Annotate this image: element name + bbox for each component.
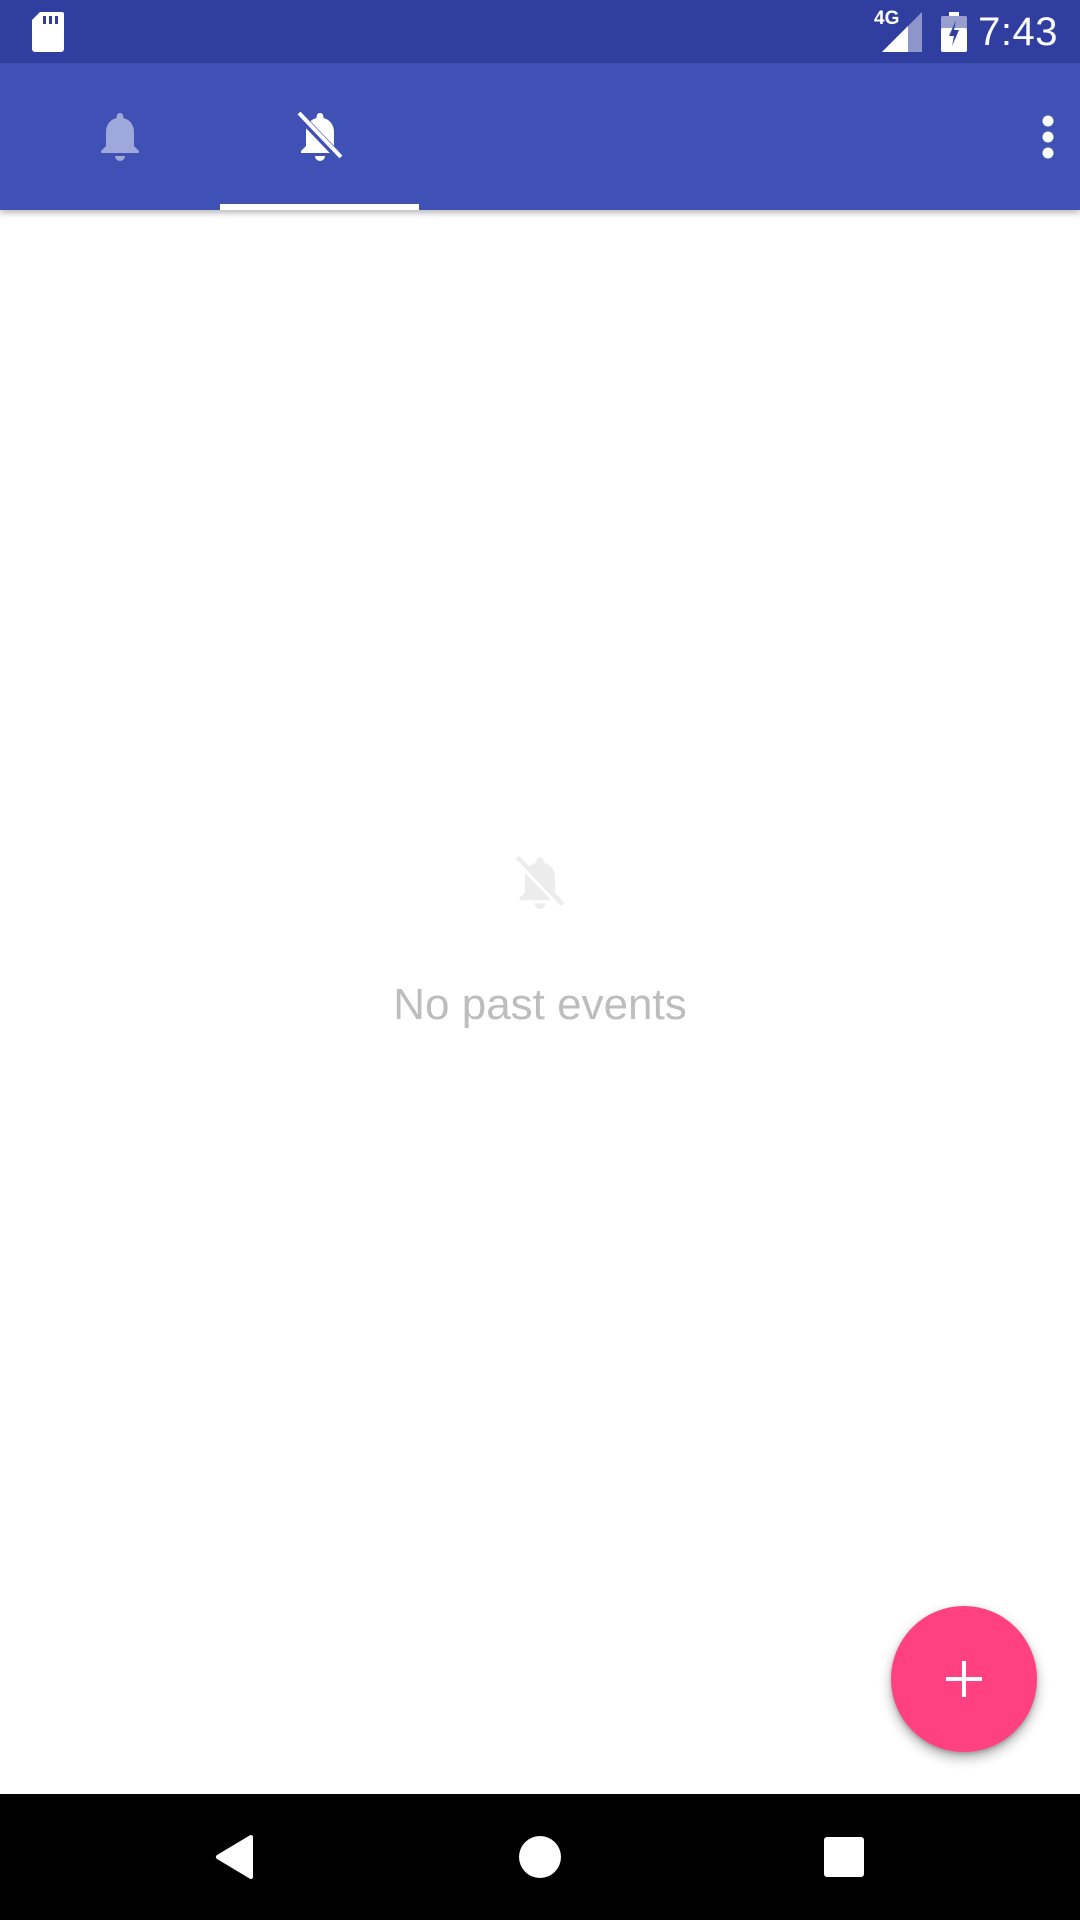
battery-charging-icon: [941, 12, 967, 52]
tab-upcoming-events[interactable]: [20, 63, 219, 210]
events-list-area: No past events: [0, 210, 1080, 1794]
bell-off-icon: [295, 111, 344, 162]
home-icon: [519, 1836, 561, 1878]
more-vert-icon: [1042, 115, 1054, 159]
network-type-label: 4G: [874, 8, 900, 29]
nav-back-button[interactable]: [165, 1794, 305, 1920]
status-clock: 7:43: [978, 10, 1058, 54]
recents-icon: [824, 1837, 864, 1877]
status-bar: 4G 7:43: [0, 0, 1080, 63]
back-icon: [215, 1835, 253, 1879]
nav-recents-button[interactable]: [774, 1794, 914, 1920]
system-navigation-bar: [0, 1794, 1080, 1920]
app-bar: [0, 63, 1080, 210]
overflow-menu-button[interactable]: [1016, 100, 1080, 174]
nav-home-button[interactable]: [470, 1794, 610, 1920]
selected-tab-indicator: [220, 204, 419, 210]
empty-state-message: No past events: [393, 980, 687, 1029]
plus-icon: [946, 1661, 982, 1697]
bell-icon: [100, 112, 139, 161]
sd-card-icon: [32, 12, 64, 52]
bell-off-icon: [514, 855, 566, 910]
add-event-button[interactable]: [891, 1606, 1037, 1752]
tab-past-events[interactable]: [220, 63, 419, 210]
